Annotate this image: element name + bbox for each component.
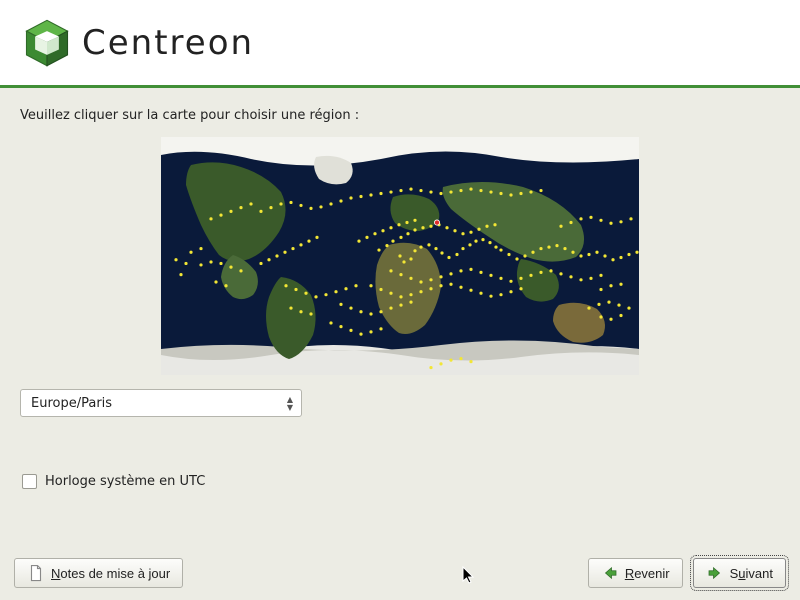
timezone-selected-value: Europe/Paris xyxy=(31,396,112,411)
instruction-text: Veuillez cliquer sur la carte pour chois… xyxy=(20,108,780,123)
release-notes-label: Notes de mise à jour xyxy=(51,566,170,581)
spinner-icon: ▲▼ xyxy=(287,396,293,411)
arrow-left-icon xyxy=(601,564,619,582)
brand-name: Centreon xyxy=(82,23,254,63)
next-label: Suivant xyxy=(730,566,773,581)
next-button[interactable]: Suivant xyxy=(693,558,786,588)
footer-bar: Notes de mise à jour Revenir Suivant xyxy=(0,558,800,588)
back-button[interactable]: Revenir xyxy=(588,558,683,588)
timezone-select[interactable]: Europe/Paris ▲▼ xyxy=(20,389,302,417)
back-label: Revenir xyxy=(625,566,670,581)
header: Centreon xyxy=(0,0,800,88)
utc-checkbox-label[interactable]: Horloge système en UTC xyxy=(45,474,205,489)
timezone-map[interactable] xyxy=(161,137,639,375)
document-icon xyxy=(27,564,45,582)
utc-checkbox[interactable] xyxy=(22,474,37,489)
brand-logo-icon xyxy=(20,16,74,70)
release-notes-button[interactable]: Notes de mise à jour xyxy=(14,558,183,588)
arrow-right-icon xyxy=(706,564,724,582)
main-content: Veuillez cliquer sur la carte pour chois… xyxy=(0,88,800,600)
